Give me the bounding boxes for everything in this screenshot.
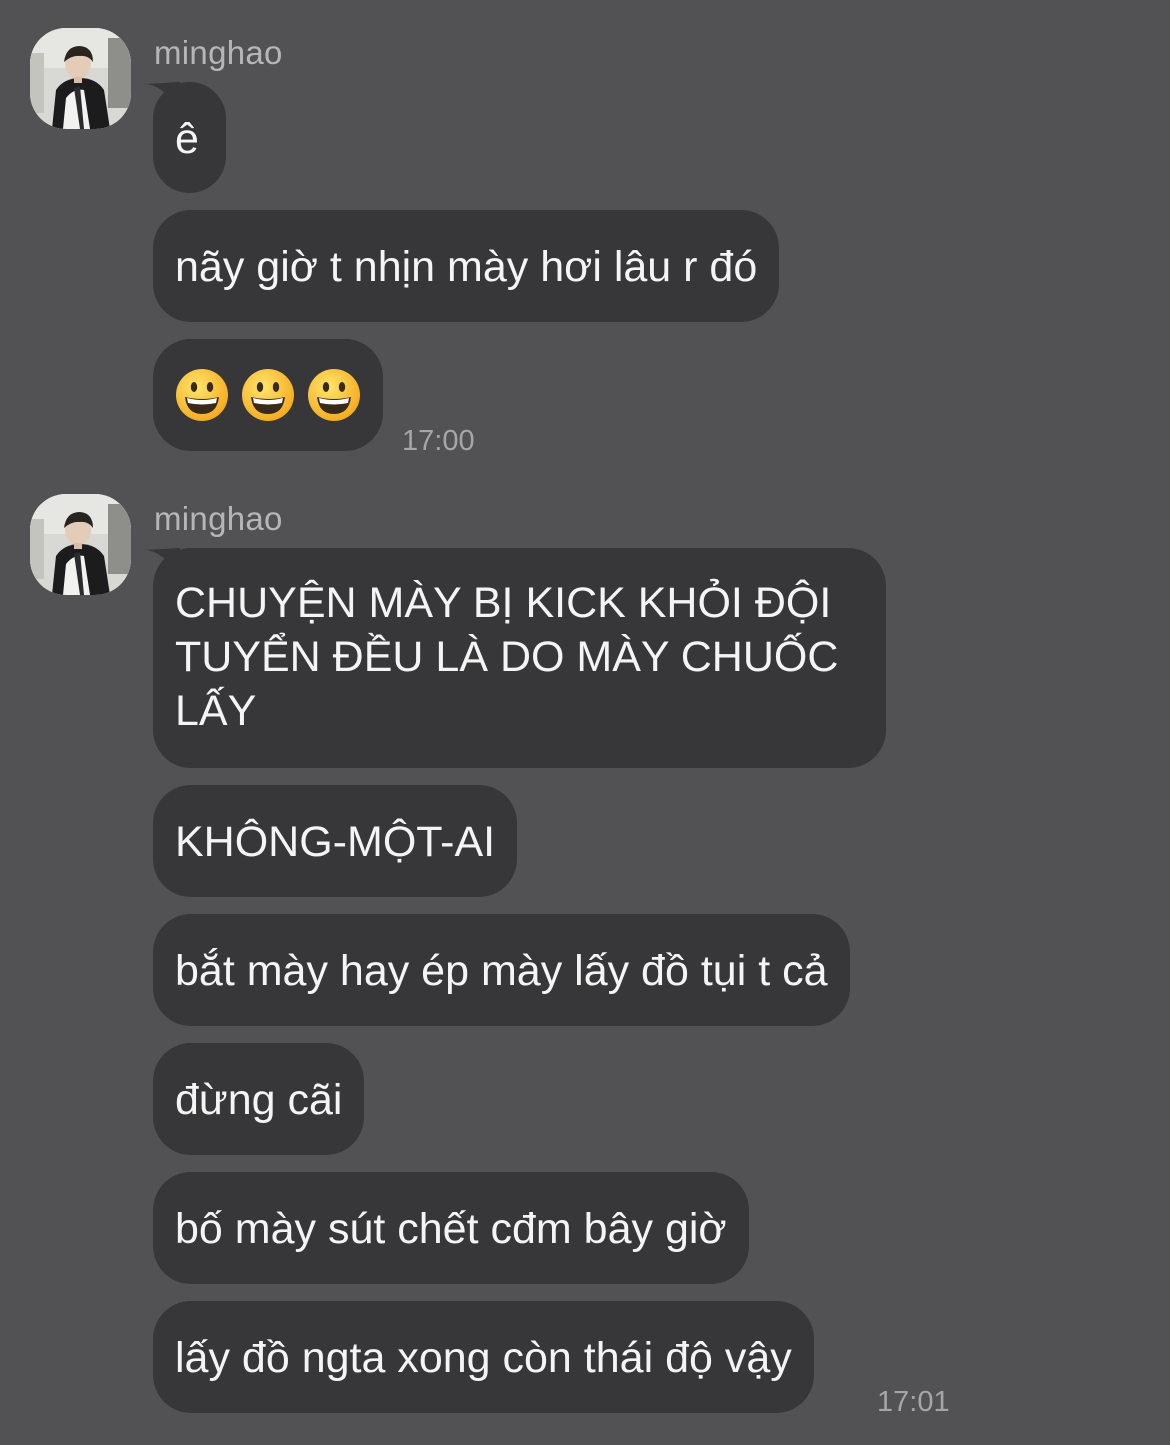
message-bubble[interactable]: CHUYỆN MÀY BỊ KICK KHỎI ĐỘI TUYỂN ĐỀU LÀ…: [153, 548, 886, 768]
sender-name: minghao: [154, 500, 283, 537]
grinning-face-emoji: [241, 368, 295, 422]
message-bubble[interactable]: [153, 339, 383, 451]
message-bubble[interactable]: đừng cãi: [153, 1043, 365, 1155]
message-text: lấy đồ ngta xong còn thái độ vậy: [175, 1334, 792, 1382]
message-text: đừng cãi: [175, 1076, 343, 1124]
message-bubble[interactable]: KHÔNG-MỘT-AI: [153, 785, 518, 897]
message-bubble[interactable]: nãy giờ t nhịn mày hơi lâu r đó: [153, 210, 780, 322]
message-line: TUYỂN ĐỀU LÀ DO MÀY CHUỐC: [175, 633, 839, 681]
message-line: LẤY: [175, 687, 257, 735]
message-text: bố mày sút chết cđm bây giờ: [175, 1205, 727, 1253]
avatar[interactable]: [30, 494, 131, 595]
message-bubble[interactable]: bố mày sút chết cđm bây giờ: [153, 1172, 749, 1284]
timestamp: 17:01: [877, 1386, 950, 1418]
message-text: KHÔNG-MỘT-AI: [175, 818, 496, 866]
message-text: ê: [175, 115, 199, 163]
grinning-face-emoji: [175, 368, 229, 422]
grinning-face-emoji: [307, 368, 361, 422]
message-bubble[interactable]: lấy đồ ngta xong còn thái độ vậy: [153, 1301, 814, 1413]
message-line: CHUYỆN MÀY BỊ KICK KHỎI ĐỘI: [175, 579, 832, 627]
message-bubble[interactable]: bắt mày hay ép mày lấy đồ tụi t cả: [153, 914, 850, 1026]
message-text: nãy giờ t nhịn mày hơi lâu r đó: [175, 243, 758, 291]
message-bubble[interactable]: ê: [153, 82, 226, 193]
message-text: bắt mày hay ép mày lấy đồ tụi t cả: [175, 947, 828, 995]
sender-name: minghao: [154, 34, 283, 71]
emoji-row: [175, 368, 361, 422]
avatar[interactable]: [30, 28, 131, 129]
timestamp: 17:00: [402, 425, 475, 457]
